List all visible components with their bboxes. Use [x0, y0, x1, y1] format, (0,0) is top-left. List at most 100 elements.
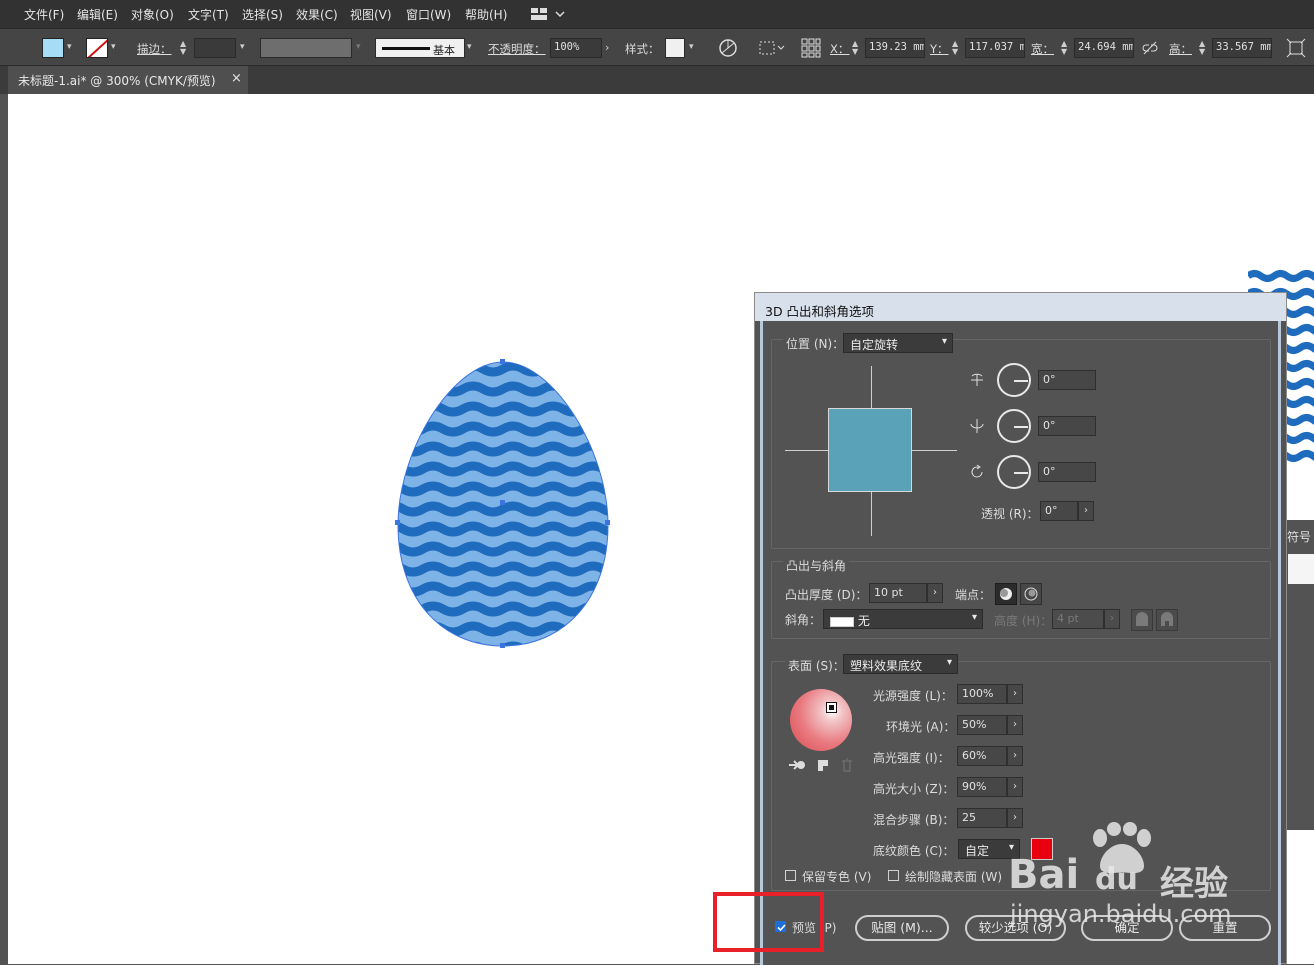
fill-dropdown-icon[interactable]: ▾: [67, 42, 72, 52]
y-label: Y：: [930, 42, 949, 56]
symbols-panel-tab[interactable]: 符号: [1287, 528, 1311, 545]
brush-dropdown-icon[interactable]: ▾: [467, 42, 472, 52]
y-stepper[interactable]: ▲ ▼: [952, 40, 958, 56]
highlight-intensity-slider-button[interactable]: ›: [1007, 746, 1023, 766]
transform-icon[interactable]: [1286, 38, 1306, 61]
menu-type[interactable]: 文字(T): [188, 6, 229, 23]
menu-window[interactable]: 窗口(W): [406, 6, 451, 23]
y-input[interactable]: 117.037 m: [965, 38, 1025, 58]
width-stepper[interactable]: ▲ ▼: [1061, 40, 1067, 56]
close-tab-icon[interactable]: ×: [231, 71, 242, 86]
opacity-input[interactable]: 100%: [550, 38, 602, 58]
extrude-depth-input[interactable]: 10 pt: [869, 583, 927, 603]
bevel-height-label: 高度 (H)：: [994, 614, 1053, 628]
y-axis-rotation-icon: [968, 417, 986, 438]
control-bar: ▾ ▾ 描边： ▲ ▼ ▾ ▾ 基本 ▾ 不透明度： 100% › 样式： ▾ X…: [0, 28, 1314, 66]
stroke-weight-stepper[interactable]: ▲ ▼: [180, 40, 186, 56]
stroke-weight-dropdown-icon[interactable]: ▾: [240, 42, 245, 52]
position-select[interactable]: 自定旋转 ▾: [843, 333, 953, 353]
menu-help[interactable]: 帮助(H): [465, 6, 507, 23]
z-rotation-dial[interactable]: [997, 455, 1031, 489]
position-select-value: 自定旋转: [850, 338, 899, 352]
highlight-size-input[interactable]: 90%: [957, 777, 1007, 797]
ambient-light-slider-button[interactable]: ›: [1007, 715, 1023, 735]
cap-on-button[interactable]: [995, 583, 1017, 605]
z-rotation-input[interactable]: 0°: [1038, 462, 1096, 482]
menu-edit[interactable]: 编辑(E): [77, 6, 118, 23]
height-input[interactable]: 33.567 mm: [1212, 38, 1272, 58]
light-source-handle[interactable]: [826, 702, 837, 713]
bevel-height-slider-button: ›: [1104, 609, 1120, 629]
x-rotation-input[interactable]: 0°: [1038, 370, 1096, 390]
perspective-input[interactable]: 0°: [1040, 501, 1078, 521]
brush-definition-label: 基本: [433, 44, 455, 57]
preserve-spot-checkbox[interactable]: [785, 870, 796, 881]
blend-steps-slider-button[interactable]: ›: [1007, 808, 1023, 828]
ambient-light-input[interactable]: 50%: [957, 715, 1007, 735]
cap-off-button[interactable]: [1020, 583, 1042, 605]
symbol-thumbnail[interactable]: [1288, 554, 1314, 584]
graphic-style-swatch[interactable]: [665, 38, 685, 58]
bevel-label: 斜角：: [785, 613, 822, 627]
x-stepper[interactable]: ▲ ▼: [852, 40, 858, 56]
width-input[interactable]: 24.694 mm: [1074, 38, 1134, 58]
surface-select[interactable]: 塑料效果底纹 ▾: [843, 654, 958, 674]
fill-swatch[interactable]: [42, 38, 64, 58]
preview-highlight-annotation: [713, 892, 824, 952]
menu-select[interactable]: 选择(S): [242, 6, 283, 23]
surface-select-value: 塑料效果底纹: [850, 659, 923, 673]
document-tab[interactable]: 未标题-1.ai* @ 300% (CMYK/预览) ×: [8, 66, 248, 94]
map-art-button[interactable]: 贴图 (M)...: [855, 915, 949, 941]
x-input[interactable]: 139.23 mm: [865, 38, 925, 58]
y-rotation-input[interactable]: 0°: [1038, 416, 1096, 436]
move-light-to-back-icon[interactable]: [788, 758, 806, 775]
highlight-intensity-label: 高光强度 (I)：: [873, 751, 950, 765]
reference-point-icon[interactable]: [801, 38, 821, 61]
opacity-label[interactable]: 不透明度：: [488, 41, 546, 57]
align-options-icon[interactable]: [758, 39, 786, 60]
extrude-depth-slider-button[interactable]: ›: [927, 583, 943, 603]
striped-egg-artwork[interactable]: [393, 355, 617, 653]
bevel-out-icon: [1136, 612, 1148, 626]
x-rotation-dial[interactable]: [997, 363, 1031, 397]
menu-file[interactable]: 文件(F): [24, 6, 64, 23]
bevel-select-value: 无: [857, 614, 870, 628]
x-label: X：: [830, 42, 850, 56]
draw-hidden-faces-checkbox[interactable]: [888, 870, 899, 881]
variable-width-profile[interactable]: [260, 38, 352, 58]
style-label: 样式：: [625, 42, 660, 56]
recolor-artwork-icon[interactable]: [718, 38, 738, 61]
menu-view[interactable]: 视图(V): [350, 6, 392, 23]
brush-definition[interactable]: 基本: [375, 38, 465, 58]
opacity-arrow-icon[interactable]: ›: [605, 41, 609, 54]
blend-steps-input[interactable]: 25: [957, 808, 1007, 828]
stroke-dropdown-icon[interactable]: ▾: [111, 42, 116, 52]
egg-wave-stripe: [398, 621, 608, 637]
cap-on-icon: [1000, 588, 1012, 600]
egg-wave-stripe: [398, 561, 608, 577]
height-stepper[interactable]: ▲ ▼: [1199, 40, 1205, 56]
stroke-weight-input[interactable]: [194, 38, 236, 58]
constrain-proportions-link-icon[interactable]: [1141, 41, 1159, 58]
bevel-select[interactable]: 无 ▾: [823, 609, 983, 629]
workspace-switcher-icon[interactable]: [531, 7, 567, 24]
menu-effect[interactable]: 效果(C): [296, 6, 338, 23]
light-intensity-slider-button[interactable]: ›: [1007, 684, 1023, 704]
shading-color-select-value: 自定: [965, 844, 990, 858]
y-rotation-dial[interactable]: [997, 409, 1031, 443]
rotation-cube-preview[interactable]: [785, 366, 957, 536]
highlight-size-label: 高光大小 (Z)：: [873, 782, 955, 796]
x-axis-rotation-icon: [968, 371, 986, 392]
dialog-title[interactable]: 3D 凸出和斜角选项: [755, 293, 1286, 321]
new-light-icon[interactable]: [816, 758, 830, 775]
watermark-brand-bai: Bai: [1008, 852, 1080, 898]
lighting-sphere[interactable]: [790, 689, 852, 751]
perspective-slider-button[interactable]: ›: [1078, 501, 1094, 521]
highlight-intensity-input[interactable]: 60%: [957, 746, 1007, 766]
stroke-none-swatch[interactable]: [86, 38, 108, 58]
egg-wave-stripe: [398, 461, 608, 477]
style-dropdown-icon[interactable]: ▾: [689, 42, 694, 52]
light-intensity-input[interactable]: 100%: [957, 684, 1007, 704]
menu-object[interactable]: 对象(O): [131, 6, 174, 23]
highlight-size-slider-button[interactable]: ›: [1007, 777, 1023, 797]
